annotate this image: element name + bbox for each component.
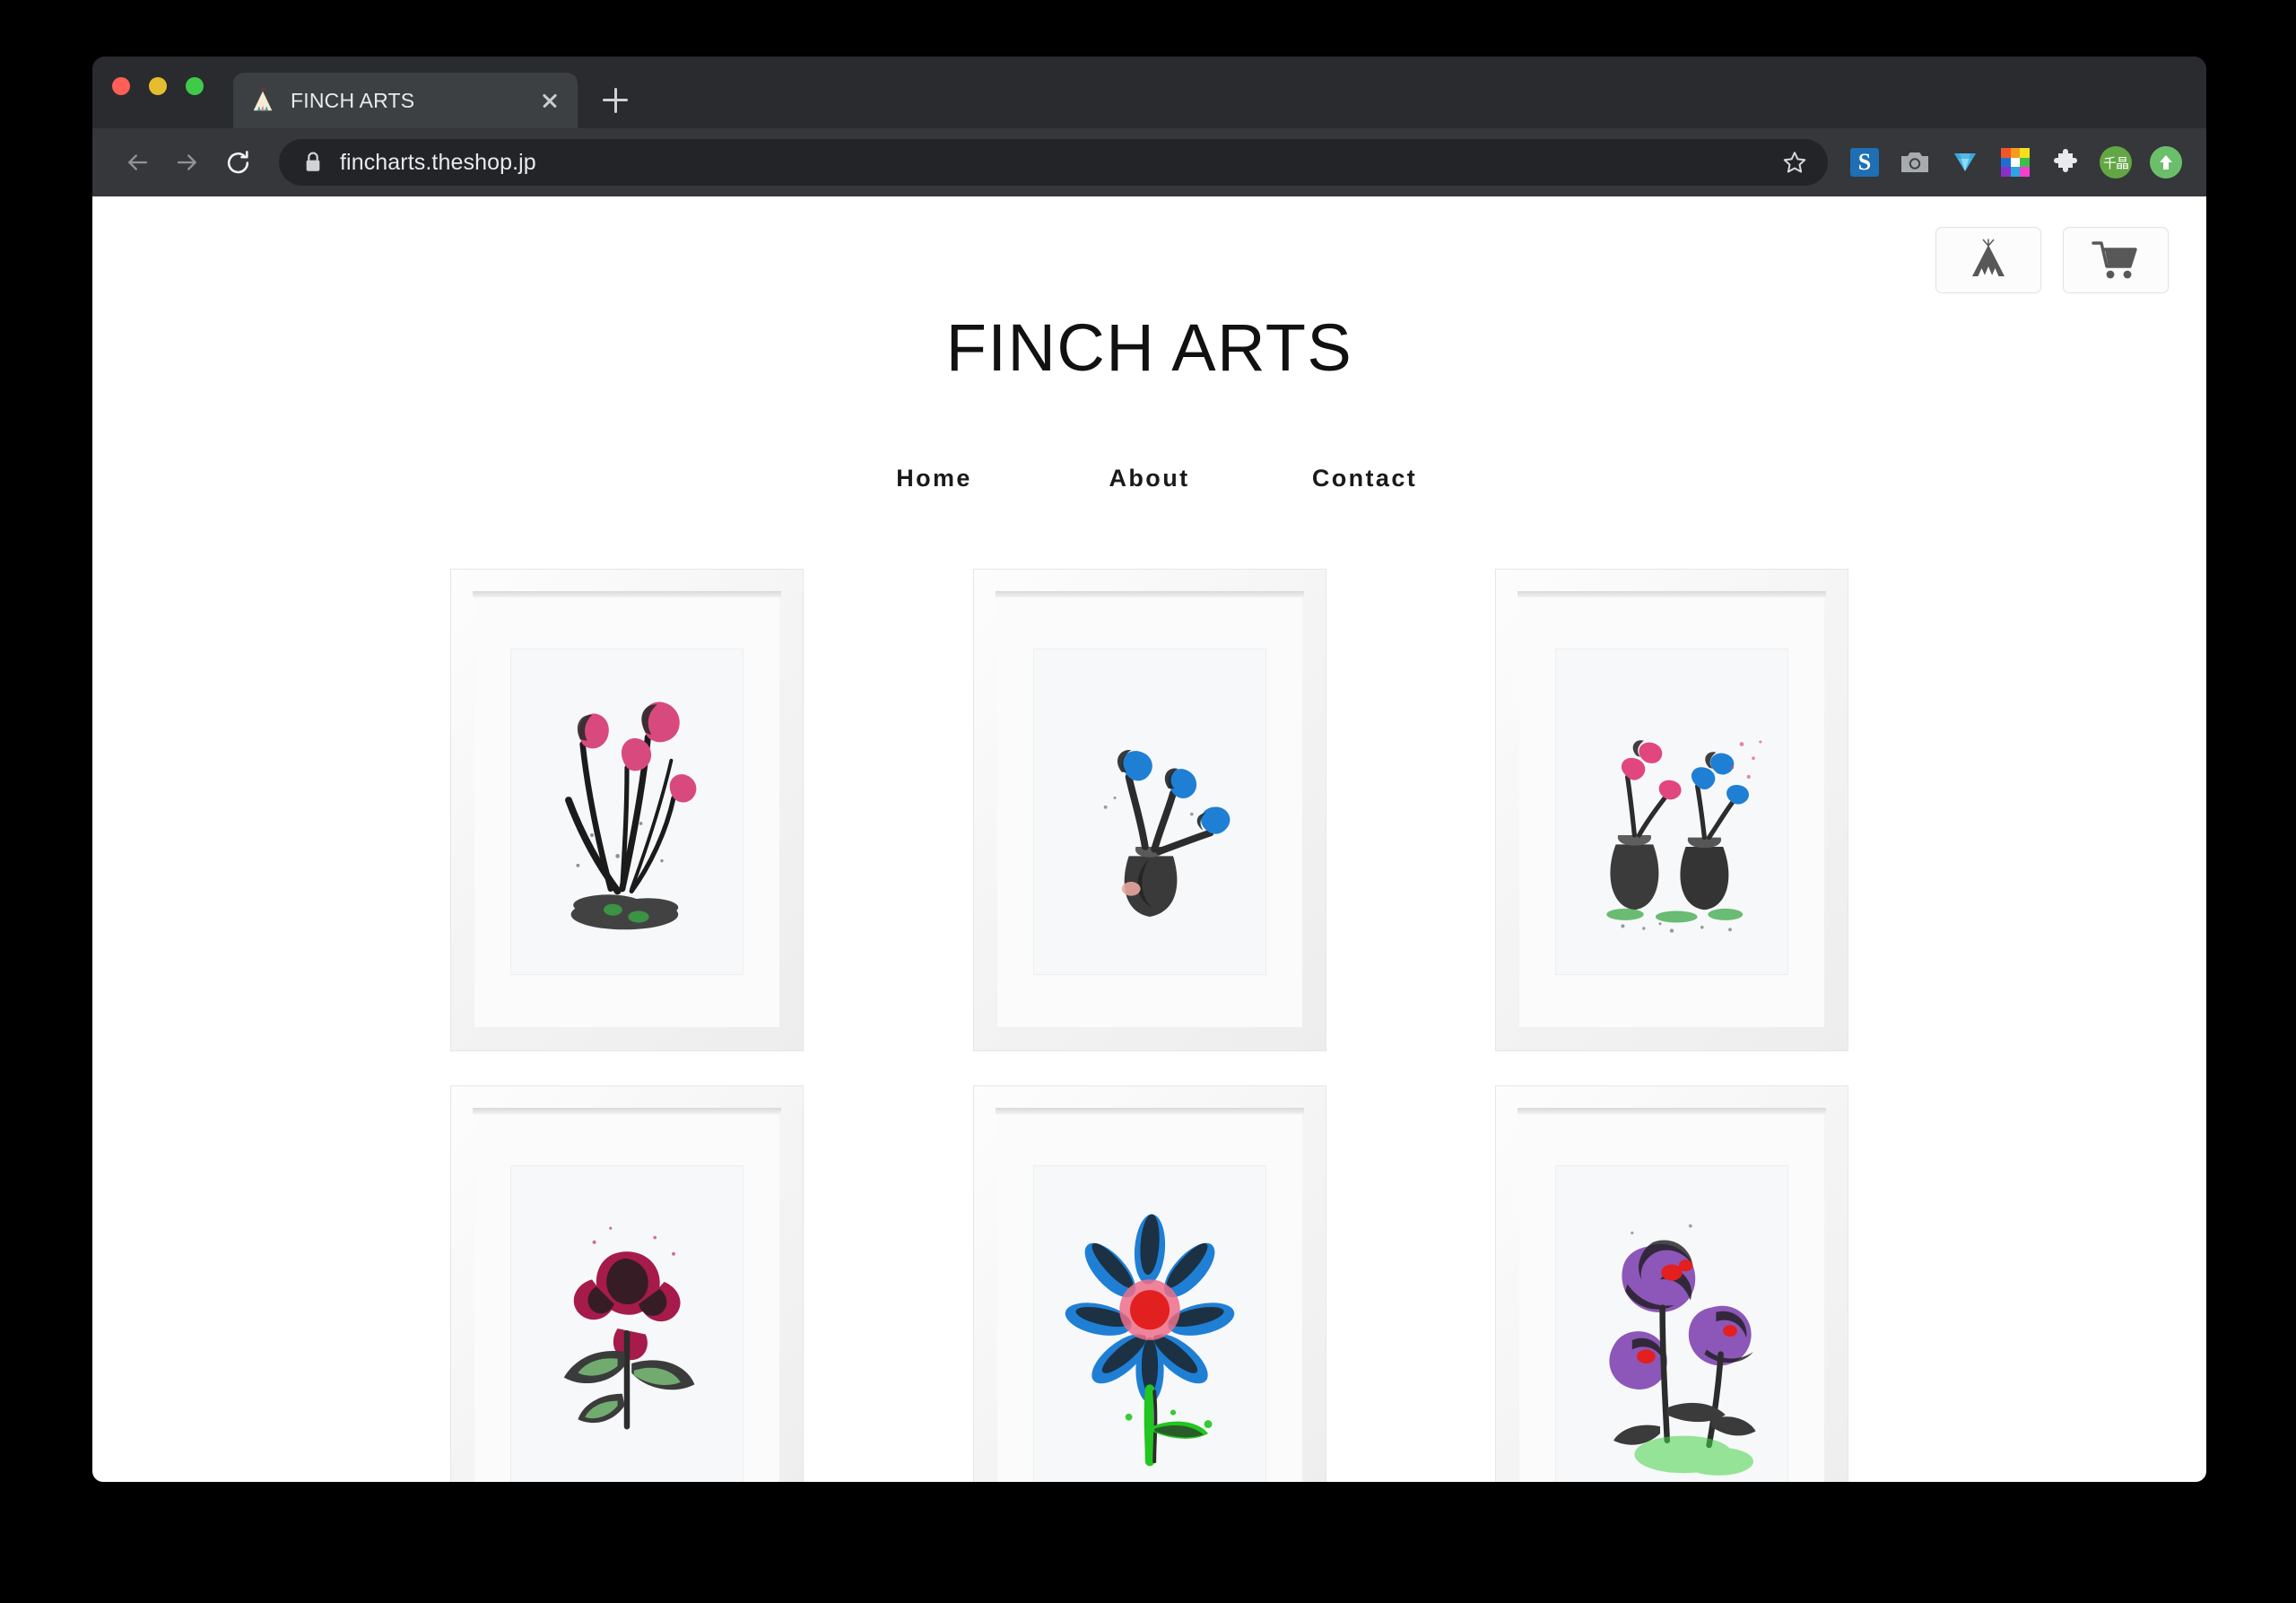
- artwork-image: [1032, 649, 1266, 975]
- picture-frame: [973, 570, 1326, 1050]
- frame-mat: [474, 1113, 779, 1482]
- color-grid-extension-icon[interactable]: [1998, 145, 2032, 179]
- artwork-image: [510, 1165, 744, 1482]
- profile-avatar-icon[interactable]: 千晶: [2099, 145, 2133, 179]
- color-grid-icon: [2001, 148, 2030, 177]
- artwork-pink-blue-vases[interactable]: [1496, 570, 1848, 1050]
- nav-item-home[interactable]: Home: [827, 465, 1042, 492]
- back-button[interactable]: [112, 137, 162, 187]
- close-tab-button[interactable]: [535, 85, 565, 116]
- teepee-favicon-icon: [249, 87, 276, 114]
- url-text: fincharts.theshop.jp: [340, 149, 536, 175]
- puzzle-icon: [2054, 149, 2077, 172]
- teepee-home-button[interactable]: [1935, 227, 2041, 293]
- back-arrow-icon: [128, 154, 148, 170]
- camera-extension-icon[interactable]: [1898, 145, 1932, 179]
- forward-button[interactable]: [162, 137, 213, 187]
- picture-frame: [973, 1086, 1326, 1482]
- frame-mat: [1519, 597, 1824, 1027]
- artwork-gallery: [451, 570, 1848, 1482]
- picture-frame: [1496, 570, 1848, 1050]
- s-extension-icon[interactable]: S: [1848, 145, 1882, 179]
- browser-toolbar: fincharts.theshop.jp S 千晶: [92, 128, 2206, 196]
- artwork-blue-flowers-vase[interactable]: [973, 570, 1326, 1050]
- diamond-icon: [1954, 153, 1976, 171]
- teepee-icon: [1972, 239, 2005, 276]
- picture-frame: [451, 1086, 803, 1482]
- extensions-bar: S 千晶: [1848, 145, 2183, 179]
- forward-arrow-icon: [177, 154, 196, 170]
- frame-mat: [996, 597, 1302, 1027]
- frame-mat: [474, 597, 779, 1027]
- artwork-blue-daisy[interactable]: [973, 1086, 1326, 1482]
- puzzle-extensions-icon[interactable]: [2048, 145, 2083, 179]
- upload-icon: [2150, 146, 2182, 179]
- s-extension-label: S: [1850, 148, 1879, 177]
- artwork-image: [1032, 1165, 1266, 1482]
- reload-button[interactable]: [213, 137, 263, 187]
- upload-extension-icon[interactable]: [2149, 145, 2183, 179]
- browser-tab[interactable]: FINCH ARTS: [233, 73, 578, 128]
- site-header-buttons: [1935, 227, 2169, 293]
- nav-item-contact[interactable]: Contact: [1257, 465, 1473, 492]
- cart-button[interactable]: [2063, 227, 2169, 293]
- tab-title: FINCH ARTS: [291, 88, 415, 112]
- page-viewport: FINCH ARTS Home About Contact: [92, 196, 2206, 1482]
- artwork-purple-flowers[interactable]: [1496, 1086, 1848, 1482]
- cart-icon: [2092, 241, 2137, 279]
- page-title: FINCH ARTS: [945, 310, 1353, 385]
- maximize-window-button[interactable]: [186, 77, 204, 95]
- frame-mat: [1519, 1113, 1824, 1482]
- reload-icon: [227, 150, 248, 173]
- close-window-button[interactable]: [112, 77, 130, 95]
- lock-icon: [306, 152, 320, 171]
- browser-window: FINCH ARTS fincharts.theshop.jp S 千晶 FIN…: [92, 57, 2206, 1482]
- new-tab-button[interactable]: [594, 79, 637, 122]
- artwork-image: [1555, 1165, 1788, 1482]
- artwork-pink-tulips[interactable]: [451, 570, 803, 1050]
- bookmark-button[interactable]: [1774, 142, 1815, 183]
- star-icon: [1783, 152, 1806, 173]
- window-traffic-lights: [112, 57, 204, 128]
- artwork-image: [1555, 649, 1788, 975]
- site-navigation: Home About Contact: [92, 465, 2206, 492]
- minimize-window-button[interactable]: [149, 77, 167, 95]
- profile-avatar-label: 千晶: [2100, 146, 2132, 179]
- nav-item-about[interactable]: About: [1042, 465, 1257, 492]
- picture-frame: [1496, 1086, 1848, 1482]
- camera-icon: [1901, 152, 1928, 172]
- picture-frame: [451, 570, 803, 1050]
- artwork-image: [510, 649, 744, 975]
- frame-mat: [996, 1113, 1302, 1482]
- artwork-crimson-flower[interactable]: [451, 1086, 803, 1482]
- diamond-extension-icon[interactable]: [1948, 145, 1982, 179]
- tab-strip: FINCH ARTS: [92, 57, 2206, 128]
- address-bar[interactable]: fincharts.theshop.jp: [279, 139, 1828, 186]
